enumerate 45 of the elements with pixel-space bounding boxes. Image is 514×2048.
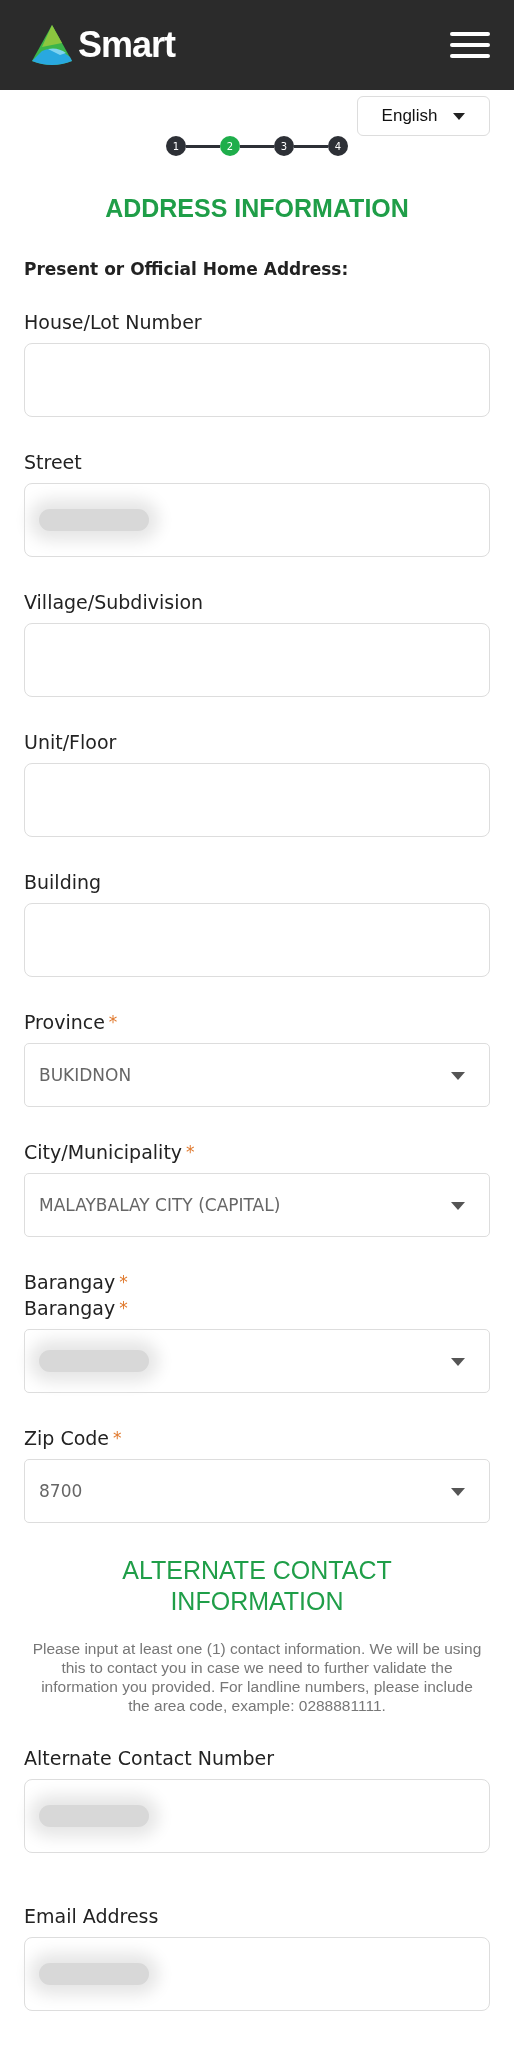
dropdown-caret-icon bbox=[451, 1072, 465, 1080]
select-field[interactable] bbox=[24, 1329, 490, 1393]
menu-icon[interactable] bbox=[450, 31, 490, 59]
input-field[interactable] bbox=[24, 1779, 490, 1853]
input-field[interactable] bbox=[24, 903, 490, 977]
required-asterisk: * bbox=[113, 1428, 122, 1448]
field-label: Building bbox=[24, 870, 103, 895]
field-label: Alternate Contact Number bbox=[24, 1746, 276, 1771]
section-title: ALTERNATE CONTACT INFORMATION bbox=[121, 1555, 393, 1617]
input-field[interactable] bbox=[24, 343, 490, 417]
instruction-text: Please input at least one (1) contact information. We will be using this to contact you in case we need to further validate the information you provided. For landline numbers, please include the area code, example: 0288881111. bbox=[31, 1639, 483, 1715]
field-label: Street bbox=[24, 450, 83, 475]
dropdown-caret-icon bbox=[451, 1488, 465, 1496]
step-indicator: 1 bbox=[166, 136, 186, 156]
language-dropdown[interactable]: English bbox=[357, 96, 490, 136]
step-indicator: 2 bbox=[220, 136, 240, 156]
dropdown-caret-icon bbox=[451, 1358, 465, 1366]
field-label: City/Municipality * bbox=[24, 1140, 196, 1165]
step-indicator: 3 bbox=[274, 136, 294, 156]
required-asterisk: * bbox=[108, 1012, 118, 1032]
field-label: House/Lot Number bbox=[24, 310, 203, 335]
field-label: Barangay * bbox=[24, 1296, 129, 1321]
input-field[interactable] bbox=[24, 763, 490, 837]
select-field[interactable]: 8700 bbox=[24, 1459, 490, 1523]
logo-icon bbox=[30, 23, 74, 67]
required-asterisk: * bbox=[119, 1272, 128, 1292]
input-field[interactable] bbox=[24, 623, 490, 697]
required-asterisk: * bbox=[186, 1142, 195, 1162]
select-field[interactable]: BUKIDNON bbox=[24, 1043, 490, 1107]
input-field[interactable] bbox=[24, 483, 490, 557]
section-label: Present or Official Home Address: bbox=[24, 259, 350, 279]
field-label: Zip Code * bbox=[24, 1426, 123, 1451]
field-label: Email Address bbox=[24, 1904, 160, 1929]
step-indicator: 4 bbox=[328, 136, 348, 156]
required-asterisk: * bbox=[119, 1298, 128, 1318]
input-field[interactable] bbox=[24, 1937, 490, 2011]
caret-icon bbox=[453, 112, 466, 120]
dropdown-caret-icon bbox=[451, 1202, 465, 1210]
field-label: Province * bbox=[24, 1010, 119, 1035]
field-label: Barangay * bbox=[24, 1270, 129, 1295]
select-field[interactable]: MALAYBALAY CITY (CAPITAL) bbox=[24, 1173, 490, 1237]
field-label: Village/Subdivision bbox=[24, 590, 205, 615]
brand-name: Smart bbox=[78, 24, 176, 66]
field-label: Unit/Floor bbox=[24, 730, 118, 755]
section-title: ADDRESS INFORMATION bbox=[104, 194, 410, 223]
